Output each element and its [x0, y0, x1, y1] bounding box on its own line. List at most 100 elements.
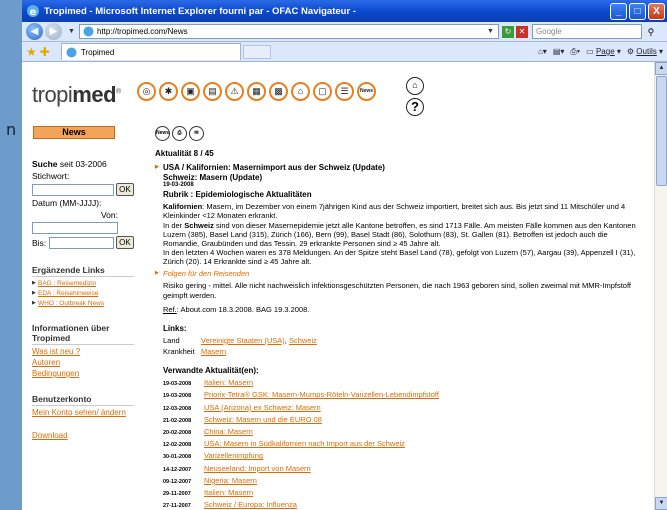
- bis-label: Bis:: [32, 237, 47, 248]
- link-masern[interactable]: Masern: [201, 347, 226, 356]
- add-favorite-icon[interactable]: ✚: [40, 45, 50, 59]
- address-dropdown-icon[interactable]: ▼: [487, 28, 494, 35]
- rubrik: Rubrik : Epidemiologische Aktualitäten: [163, 189, 312, 199]
- scroll-up-icon[interactable]: ▲: [655, 62, 667, 75]
- link-bag[interactable]: BAG : Reisemedizin: [32, 280, 134, 287]
- scroll-thumb[interactable]: [656, 76, 667, 186]
- related-link[interactable]: China: Masern: [204, 427, 253, 436]
- account-link[interactable]: Mein Konto sehen/ ändern: [32, 408, 134, 417]
- related-date: 29-11-2007: [163, 490, 191, 497]
- title-bar: e Tropimed - Microsoft Internet Explorer…: [22, 0, 667, 22]
- search-icon[interactable]: ⚲: [644, 25, 658, 39]
- print-icon[interactable]: ⎙▾: [570, 47, 580, 57]
- date-from-input[interactable]: [32, 222, 118, 234]
- globe-icon[interactable]: ◎: [137, 82, 156, 101]
- forward-button[interactable]: ▶: [45, 23, 62, 40]
- page-content: tropimed® ◎ ✱ ▣ ▤ ⚠ ▦ ▩ ⌂ ▢ ☰ News ⌂ ? News Suche …: [22, 62, 667, 510]
- list-item: 14-12-2007 Neuseeland: Import von Masern: [155, 464, 645, 474]
- new-tab-button[interactable]: [242, 44, 271, 59]
- related-link[interactable]: Schweiz / Europa: Influenza: [204, 500, 297, 509]
- ie-icon: e: [27, 5, 39, 18]
- favorites-star-icon[interactable]: ★: [26, 45, 37, 59]
- tools-menu[interactable]: ⚙ Outils ▾: [627, 47, 663, 56]
- list-icon[interactable]: ☰: [335, 82, 354, 101]
- vertical-scrollbar[interactable]: ▲ ▼: [654, 62, 667, 510]
- go-icon[interactable]: ↻: [501, 25, 514, 38]
- keyword-input[interactable]: [32, 183, 114, 196]
- mosquito-icon[interactable]: ✱: [159, 82, 178, 101]
- date-to-input[interactable]: [49, 236, 114, 249]
- authors-link[interactable]: Autoren: [32, 358, 134, 367]
- date-label: Datum (MM-JJJJ):: [32, 198, 102, 208]
- map-icon[interactable]: ▤: [203, 82, 222, 101]
- related-date: 12-02-2008: [163, 442, 192, 449]
- whats-new-link[interactable]: Was ist neu ?: [32, 347, 134, 356]
- headline: USA / Kalifornien: Masernimport aus der …: [155, 163, 645, 173]
- history-dropdown-icon[interactable]: ▼: [68, 28, 75, 35]
- scroll-down-icon[interactable]: ▼: [655, 497, 667, 510]
- clinic-icon[interactable]: ▩: [269, 82, 288, 101]
- article-tools: News ⎙ ✉: [155, 126, 645, 141]
- feeds-icon[interactable]: ▤▾: [553, 47, 565, 56]
- related-date: 14-12-2007: [163, 466, 192, 473]
- print-icon[interactable]: ⎙: [172, 126, 187, 141]
- related-link[interactable]: Varizellenimpfung: [204, 451, 263, 460]
- home-icon[interactable]: ⌂▾: [538, 47, 547, 56]
- home-icon[interactable]: ⌂: [406, 77, 424, 95]
- mail-icon[interactable]: ✉: [189, 126, 204, 141]
- related-link[interactable]: Nigeria: Masern: [204, 476, 257, 485]
- page-menu[interactable]: ▭ Page ▾: [586, 47, 621, 56]
- tropimed-logo[interactable]: tropimed®: [32, 82, 121, 108]
- travel-heading: Folgen für den Reisenden: [155, 269, 645, 278]
- link-eda[interactable]: EDA : Reisehinweise: [32, 290, 134, 297]
- document-icon[interactable]: ▢: [313, 82, 332, 101]
- related-link[interactable]: USA: Masern in Südkalifornien nach Impor…: [204, 439, 405, 448]
- related-link[interactable]: Italien: Masern: [204, 378, 253, 387]
- close-button[interactable]: X: [648, 2, 665, 20]
- travel-text: Risiko gering - mittel. Alle nicht nachw…: [163, 281, 632, 300]
- news-icon[interactable]: News: [155, 126, 170, 141]
- paragraph-california: Kalifornien: Masern, im Dezember von ein…: [163, 202, 626, 221]
- desktop-background: n: [0, 0, 22, 510]
- news-article: News ⎙ ✉ Aktualität 8 / 45 USA / Kalifor…: [155, 126, 645, 510]
- minimize-button[interactable]: _: [610, 2, 627, 20]
- search-input[interactable]: Google: [531, 24, 642, 39]
- related-date: 19-03-2008: [163, 393, 192, 400]
- related-link[interactable]: USA (Arizona) ex Schweiz: Masern: [204, 403, 321, 412]
- back-button[interactable]: ◀: [26, 23, 43, 40]
- help-icon[interactable]: ?: [406, 98, 424, 116]
- list-item: 20-02-2008 China: Masern: [155, 427, 645, 437]
- address-field[interactable]: http://tropimed.com/News ▼: [78, 24, 499, 39]
- link-who[interactable]: WHO : Outbreak News: [32, 300, 134, 307]
- svg-text:e: e: [30, 7, 37, 18]
- news-button[interactable]: News: [33, 126, 115, 139]
- tab-tropimed[interactable]: Tropimed: [60, 43, 241, 60]
- ok-button[interactable]: OK: [115, 183, 134, 196]
- related-list: 19-03-2008 Italien: Masern 19-03-2008 Prior…: [155, 378, 645, 510]
- related-date: 30-01-2008: [163, 454, 192, 461]
- medication-icon[interactable]: ▦: [247, 82, 266, 101]
- link-schweiz[interactable]: Schweiz: [289, 336, 317, 345]
- warning-icon[interactable]: ⚠: [225, 82, 244, 101]
- link-usa[interactable]: Vereinigte Staaten (USA): [201, 336, 285, 345]
- ok-button[interactable]: OK: [115, 236, 134, 249]
- account-heading: Benutzerkonto: [32, 394, 134, 406]
- list-item: 19-03-2008 Priorix-Tetra® GSK: Masern-Mum…: [155, 390, 645, 400]
- list-item: 12-02-2008 USA: Masern in Südkalifornien …: [155, 439, 645, 449]
- related-link[interactable]: Neuseeland: Import von Masern: [204, 464, 311, 473]
- stop-icon[interactable]: ✕: [515, 25, 528, 38]
- download-link[interactable]: Download: [32, 431, 134, 440]
- reference: Ref.: About.com 18.3.2008. BAG 19.3.2008…: [163, 304, 310, 314]
- related-link[interactable]: Schweiz: Masern und die EURO 08: [204, 415, 322, 424]
- news-icon[interactable]: News: [357, 82, 376, 101]
- maximize-button[interactable]: □: [629, 2, 646, 20]
- search-section: Suche seit 03-2006: [32, 159, 107, 169]
- related-link[interactable]: Priorix-Tetra® GSK: Masern-Mumps-Röteln-…: [204, 390, 439, 399]
- conditions-link[interactable]: Bedingungen: [32, 369, 134, 378]
- related-link[interactable]: Italien: Masern: [204, 488, 253, 497]
- related-date: 20-02-2008: [163, 429, 192, 436]
- links-heading: Ergänzende Links: [32, 265, 134, 277]
- vaccine-icon[interactable]: ▣: [181, 82, 200, 101]
- house-icon[interactable]: ⌂: [291, 82, 310, 101]
- paragraph-weeks: In den letzten 4 Wochen waren es 378 Mel…: [163, 248, 636, 267]
